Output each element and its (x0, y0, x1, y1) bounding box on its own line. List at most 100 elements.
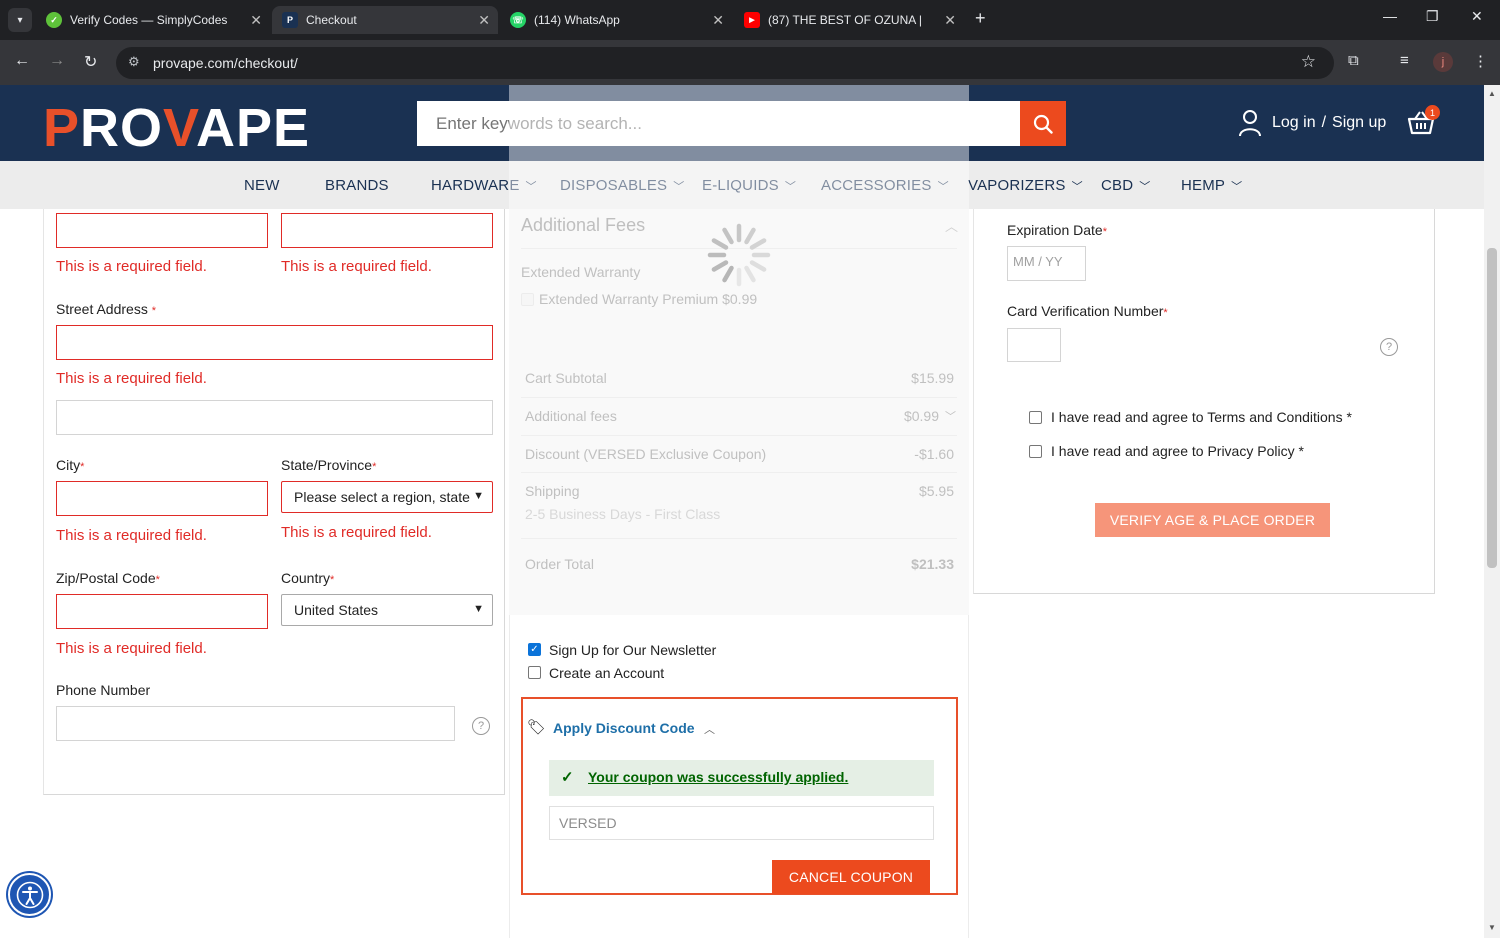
country-select[interactable]: United States ▼ (281, 594, 493, 626)
tab-simplycodes[interactable]: ✓ Verify Codes — SimplyCodes ✕ (36, 6, 270, 34)
loading-overlay (509, 85, 969, 615)
state-select-value: Please select a region, state (294, 489, 470, 505)
nav-label: VAPORIZERS (968, 177, 1066, 194)
label-text[interactable]: I have read and agree to Privacy Policy (1051, 443, 1295, 459)
coupon-code-input[interactable]: VERSED (549, 806, 934, 840)
restore-icon[interactable]: ❐ (1426, 8, 1439, 25)
chrome-menu-icon[interactable]: ⋮ (1473, 52, 1488, 70)
nav-cbd[interactable]: CBD ﹀ (1101, 177, 1150, 194)
cvv-label: Card Verification Number* (1007, 303, 1168, 319)
zip-label: Zip/Postal Code* (56, 570, 160, 586)
street-address-line2-field[interactable] (56, 400, 493, 435)
url-text: provape.com/checkout/ (153, 55, 298, 71)
media-controls-icon[interactable]: ≡ (1400, 52, 1409, 69)
last-name-field[interactable] (281, 213, 493, 248)
browser-tab-bar: ▾ ✓ Verify Codes — SimplyCodes ✕ P Check… (0, 0, 1500, 40)
login-signup: Log in / Sign up (1238, 109, 1386, 137)
chevron-down-icon: ﹀ (1231, 180, 1243, 193)
tab-whatsapp[interactable]: ☏ (114) WhatsApp ✕ (500, 6, 732, 34)
nav-new[interactable]: NEW (244, 177, 280, 194)
label-text[interactable]: I have read and agree to Terms and Condi… (1051, 409, 1343, 425)
nav-label: NEW (244, 177, 280, 194)
cart-count-badge: 1 (1425, 105, 1440, 120)
url-field[interactable]: ⚙ provape.com/checkout/ ☆ (116, 47, 1334, 79)
search-button[interactable] (1020, 101, 1066, 146)
error-message: This is a required field. (56, 640, 207, 657)
required-mark: * (1346, 409, 1352, 425)
create-account-label: Create an Account (549, 665, 665, 681)
scroll-up-icon[interactable]: ▲ (1488, 89, 1496, 98)
create-account-checkbox[interactable] (528, 666, 541, 679)
label-text: State/Province (281, 457, 373, 473)
apply-discount-toggle[interactable]: Apply Discount Code (553, 720, 695, 736)
close-tab-icon[interactable]: ✕ (250, 12, 262, 29)
newsletter-checkbox[interactable]: ✓ (528, 643, 541, 656)
privacy-checkbox[interactable] (1029, 445, 1042, 458)
back-icon[interactable]: ← (14, 52, 30, 70)
extensions-icon[interactable]: ⧉ (1348, 52, 1359, 69)
chevron-down-icon: ▼ (473, 603, 484, 615)
scroll-down-icon[interactable]: ▼ (1488, 923, 1496, 932)
tab-checkout[interactable]: P Checkout ✕ (272, 6, 498, 34)
help-icon[interactable]: ? (1380, 338, 1398, 356)
address-bar: ← → ↻ ⚙ provape.com/checkout/ ☆ ⧉ ≡ ⋮ (0, 40, 1500, 85)
state-label: State/Province* (281, 457, 376, 473)
logo-part: V (163, 98, 197, 158)
logo-part: RO (80, 98, 164, 158)
label-text: City (56, 457, 81, 473)
login-link[interactable]: Log in (1272, 114, 1316, 132)
nav-label: CBD (1101, 177, 1134, 194)
state-select[interactable]: Please select a region, state ▼ (281, 481, 493, 513)
cvv-input[interactable] (1007, 328, 1061, 362)
close-tab-icon[interactable]: ✕ (712, 12, 724, 29)
provape-favicon-icon: P (282, 12, 298, 28)
city-field[interactable] (56, 481, 268, 516)
cart-button[interactable]: 1 (1407, 105, 1440, 140)
help-icon[interactable]: ? (472, 717, 490, 735)
required-mark: * (1298, 443, 1304, 459)
place-order-button[interactable]: VERIFY AGE & PLACE ORDER (1095, 503, 1330, 537)
minimize-icon[interactable]: — (1383, 8, 1397, 24)
nav-vaporizers[interactable]: VAPORIZERS ﹀ (968, 177, 1083, 194)
bookmark-star-icon[interactable]: ☆ (1301, 52, 1316, 72)
close-window-icon[interactable]: ✕ (1471, 8, 1483, 25)
country-label: Country* (281, 570, 334, 586)
chevron-up-icon[interactable]: ︿ (704, 721, 715, 737)
required-mark: * (1163, 307, 1168, 319)
provape-logo[interactable]: PROVAPE (43, 97, 310, 159)
forward-icon[interactable]: → (49, 52, 65, 70)
chevron-down-icon: ▼ (473, 490, 484, 502)
accessibility-button[interactable] (8, 873, 51, 916)
required-mark: * (155, 574, 160, 586)
required-mark: * (372, 461, 377, 473)
tab-youtube[interactable]: ▶ (87) THE BEST OF OZUNA | ✕ (734, 6, 964, 34)
close-tab-icon[interactable]: ✕ (944, 12, 956, 29)
expiration-date-input[interactable]: MM / YY (1007, 246, 1086, 281)
required-mark: * (151, 305, 156, 317)
zip-field[interactable] (56, 594, 268, 629)
error-message: This is a required field. (281, 524, 432, 541)
profile-avatar[interactable]: j (1433, 52, 1453, 72)
cancel-coupon-button[interactable]: CANCEL COUPON (772, 860, 930, 894)
tab-title: (87) THE BEST OF OZUNA | (768, 13, 923, 27)
signup-link[interactable]: Sign up (1332, 114, 1386, 132)
accessibility-icon (16, 881, 43, 908)
close-tab-icon[interactable]: ✕ (478, 12, 490, 29)
terms-checkbox[interactable] (1029, 411, 1042, 424)
label-text: Country (281, 570, 331, 586)
nav-brands[interactable]: BRANDS (325, 177, 389, 194)
error-message: This is a required field. (281, 258, 432, 275)
reload-icon[interactable]: ↻ (84, 52, 97, 72)
nav-hemp[interactable]: HEMP ﹀ (1181, 177, 1242, 194)
tab-search-button[interactable]: ▾ (8, 8, 32, 32)
street-address-field[interactable] (56, 325, 493, 360)
coupon-success-message: ✓ Your coupon was successfully applied. (549, 760, 934, 796)
scrollbar-thumb[interactable] (1487, 248, 1497, 568)
new-tab-icon[interactable]: + (975, 8, 986, 29)
phone-field[interactable] (56, 706, 455, 741)
page-scrollbar[interactable]: ▲ ▼ (1484, 85, 1500, 938)
site-info-icon[interactable]: ⚙ (128, 54, 140, 70)
required-mark: * (1102, 226, 1107, 238)
whatsapp-favicon-icon: ☏ (510, 12, 526, 28)
first-name-field[interactable] (56, 213, 268, 248)
